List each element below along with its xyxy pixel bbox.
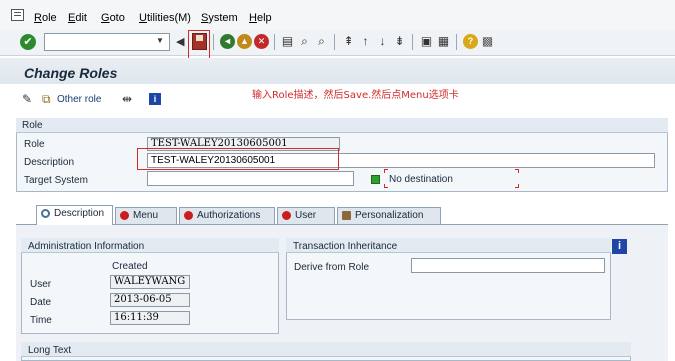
- created-column-label: Created: [112, 261, 148, 272]
- long-text-header: [21, 342, 631, 357]
- magnifier-icon: [41, 209, 50, 218]
- menu-edit[interactable]: Edit: [68, 12, 87, 24]
- enter-check-icon[interactable]: ✔: [20, 34, 36, 50]
- status-green-icon: [371, 175, 380, 184]
- other-role-icon[interactable]: ⧉: [42, 92, 51, 107]
- window-menu-icon[interactable]: [11, 9, 24, 21]
- menu-goto-label: oto: [109, 12, 125, 24]
- tab-description-label: Description: [54, 208, 105, 219]
- tab-description[interactable]: Description: [36, 205, 113, 225]
- target-system-input[interactable]: [147, 171, 354, 186]
- menu-role[interactable]: Role: [34, 12, 57, 24]
- role-group-title: Role: [22, 120, 43, 131]
- menu-system[interactable]: System: [201, 12, 238, 24]
- instruction-annotation: 输入Role描述，然后Save.然后点Menu选项卡: [252, 90, 459, 101]
- admin-info-title: Administration Information: [28, 241, 145, 252]
- highlight-corner: [384, 169, 388, 173]
- date-label: Date: [30, 297, 52, 308]
- derive-from-role-input[interactable]: [411, 258, 605, 273]
- toolbar-separator: [412, 34, 413, 50]
- info-icon[interactable]: i: [149, 93, 161, 105]
- created-user-field: WALEYWANG: [110, 275, 190, 289]
- time-label: Time: [30, 315, 52, 326]
- tab-menu[interactable]: Menu: [115, 207, 177, 224]
- new-session-icon[interactable]: ▣: [419, 34, 434, 49]
- transaction-inheritance-title: Transaction Inheritance: [293, 241, 398, 252]
- long-text-title: Long Text: [28, 345, 72, 356]
- toolbar-separator: [456, 34, 457, 50]
- menu-help-label: elp: [256, 12, 272, 24]
- print-icon[interactable]: ▤: [280, 34, 295, 49]
- menu-help-mnemonic: H: [249, 12, 257, 24]
- role-label: Role: [24, 139, 45, 150]
- command-field[interactable]: [44, 33, 170, 51]
- tab-personalization[interactable]: Personalization: [337, 207, 441, 224]
- cancel-icon[interactable]: ✕: [254, 34, 269, 49]
- role-group-header: [16, 118, 668, 133]
- menu-goto[interactable]: Goto: [101, 12, 125, 24]
- tab-user[interactable]: User: [277, 207, 335, 224]
- info-icon[interactable]: i: [612, 239, 627, 254]
- back-arrow-icon[interactable]: ◀: [176, 35, 184, 48]
- other-role-button[interactable]: Other role: [57, 94, 101, 105]
- page-title: Change Roles: [24, 65, 118, 81]
- status-red-icon: [184, 211, 193, 220]
- menu-utilities[interactable]: Utilities(M): [139, 12, 191, 24]
- menu-edit-label: dit: [75, 12, 87, 24]
- no-destination-text: No destination: [389, 174, 453, 185]
- previous-page-icon[interactable]: ↑: [358, 34, 373, 49]
- target-system-label: Target System: [24, 175, 88, 186]
- menu-utilities-label: tilities(M): [146, 12, 191, 24]
- display-change-icon[interactable]: ✎: [22, 92, 32, 106]
- last-page-icon[interactable]: ⇟: [392, 34, 407, 49]
- created-date-field: 2013-06-05: [110, 293, 190, 307]
- menu-goto-mnemonic: G: [101, 12, 110, 24]
- layout-menu-icon[interactable]: ▩: [480, 34, 495, 49]
- status-red-icon: [282, 211, 291, 220]
- highlight-corner: [515, 169, 519, 173]
- personalization-icon: [342, 211, 351, 220]
- description-highlight-box: [137, 148, 339, 170]
- status-red-icon: [120, 211, 129, 220]
- tab-authorizations[interactable]: Authorizations: [179, 207, 275, 224]
- menu-system-label: ystem: [208, 12, 238, 24]
- back-icon[interactable]: ◄: [220, 34, 235, 49]
- tab-menu-label: Menu: [133, 210, 159, 221]
- description-label: Description: [24, 157, 75, 168]
- highlight-corner: [384, 184, 388, 188]
- menu-role-mnemonic: R: [34, 12, 42, 24]
- tab-personalization-label: Personalization: [355, 210, 424, 221]
- next-page-icon[interactable]: ↓: [375, 34, 390, 49]
- menu-role-label: ole: [41, 12, 57, 24]
- toolbar-separator: [213, 34, 214, 50]
- derive-from-role-label: Derive from Role: [294, 262, 370, 273]
- menu-help[interactable]: Help: [249, 12, 272, 24]
- command-dropdown-icon[interactable]: ▼: [156, 36, 164, 45]
- exit-icon[interactable]: ▲: [237, 34, 252, 49]
- where-used-icon[interactable]: ⇹: [122, 92, 132, 106]
- first-page-icon[interactable]: ⇞: [341, 34, 356, 49]
- menu-utilities-mnemonic: U: [139, 12, 147, 24]
- toolbar-separator: [334, 34, 335, 50]
- tab-user-label: User: [295, 210, 317, 221]
- created-time-field: 16:11:39: [110, 311, 190, 325]
- help-icon[interactable]: ?: [463, 34, 478, 49]
- shortcut-icon[interactable]: ▦: [436, 34, 451, 49]
- user-label: User: [30, 279, 52, 290]
- find-next-icon[interactable]: ⌕: [314, 34, 329, 49]
- toolbar-separator: [274, 34, 275, 50]
- tab-authorizations-label: Authorizations: [197, 210, 261, 221]
- highlight-corner: [515, 184, 519, 188]
- find-icon[interactable]: ⌕: [297, 34, 312, 49]
